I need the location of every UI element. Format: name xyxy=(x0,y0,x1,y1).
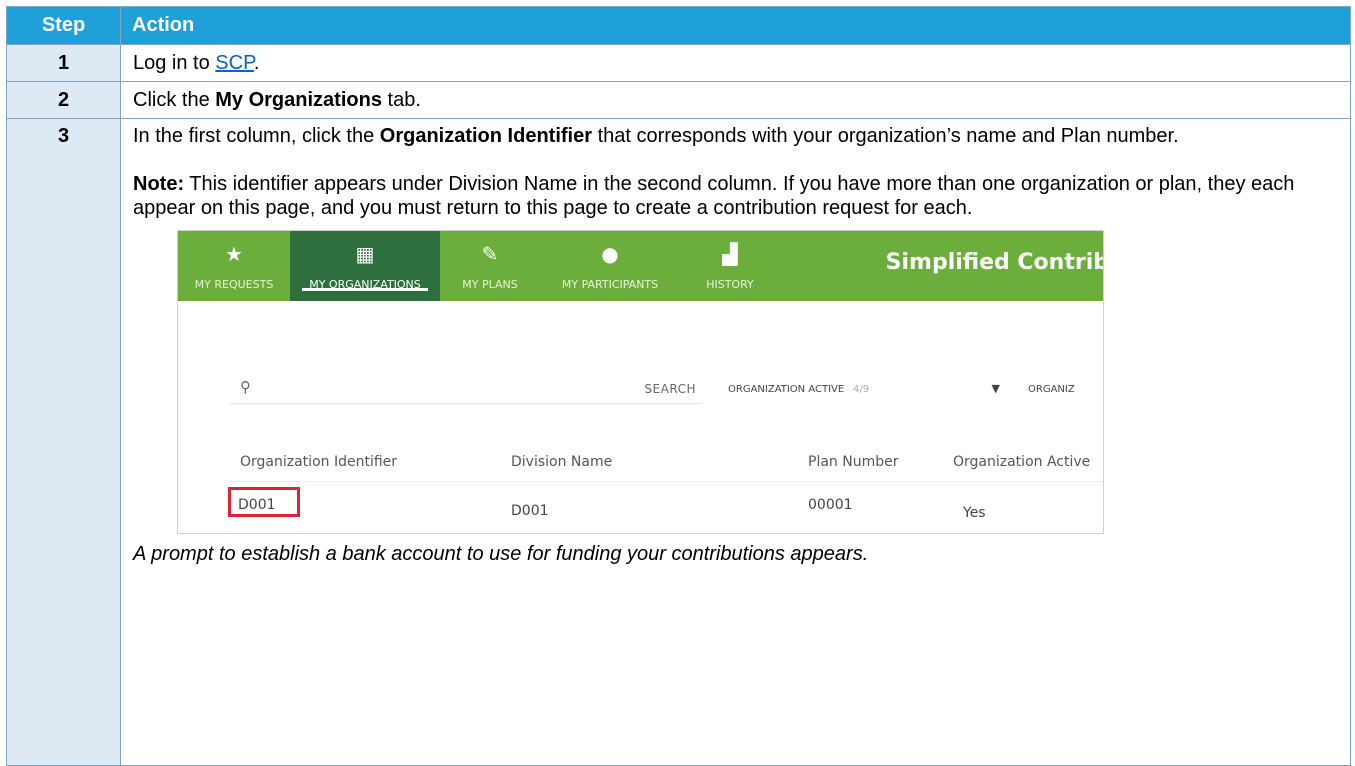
result-caption: A prompt to establish a bank account to … xyxy=(133,543,869,565)
ui-term: My Organizations xyxy=(215,89,382,111)
action-text: Click the xyxy=(133,89,216,111)
step-action: Log in to SCP. xyxy=(120,44,1351,82)
nav-tab-history[interactable]: ▟ HISTORY xyxy=(680,231,780,301)
search-button[interactable]: SEARCH xyxy=(644,377,696,401)
instruction-paragraph: In the first column, click the Organizat… xyxy=(133,125,1179,147)
building-icon: ▦ xyxy=(355,242,375,266)
pencil-icon: ✎ xyxy=(481,242,499,266)
note-paragraph: Note: This identifier appears under Divi… xyxy=(133,173,1295,219)
column-header-plan-number[interactable]: Plan Number xyxy=(808,450,898,474)
division-name-cell: D001 xyxy=(511,503,549,519)
action-text: . xyxy=(253,52,260,74)
nav-tab-my-requests[interactable]: ★ MY REQUESTS xyxy=(178,231,290,301)
table-row: 1 Log in to SCP. xyxy=(6,44,1351,82)
action-text: Log in to xyxy=(133,52,216,74)
search-icon: ⚲ xyxy=(240,378,251,396)
step-number: 3 xyxy=(6,118,121,766)
search-box: ⚲ SEARCH xyxy=(230,369,702,404)
table-row: 3 In the first column, click the Organiz… xyxy=(6,118,1351,766)
person-icon: ● xyxy=(601,242,619,266)
organization-active-filter[interactable]: ORGANIZATION ACTIVE 4/9 ▼ xyxy=(718,369,1008,403)
procedure-table: Step Action 1 Log in to SCP. 2 Click the… xyxy=(6,6,1351,766)
filter-value: 4/9 xyxy=(853,384,870,395)
top-nav-bar: ★ MY REQUESTS ▦ MY ORGANIZATIONS ✎ MY PL… xyxy=(178,231,1103,301)
step-column-header: Step xyxy=(6,6,121,45)
search-input[interactable] xyxy=(260,375,584,392)
active-tab-indicator xyxy=(302,288,428,291)
step-action: Click the My Organizations tab. xyxy=(120,81,1351,119)
app-brand-title: Simplified Contrib xyxy=(885,250,1104,275)
nav-tab-my-organizations[interactable]: ▦ MY ORGANIZATIONS xyxy=(290,231,440,301)
action-column-header: Action xyxy=(120,6,1351,45)
filter-label: ORGANIZATION ACTIVE xyxy=(728,384,845,395)
table-row: 2 Click the My Organizations tab. xyxy=(6,81,1351,119)
scp-screenshot: ★ MY REQUESTS ▦ MY ORGANIZATIONS ✎ MY PL… xyxy=(177,230,1104,534)
table-header-row: Step Action xyxy=(6,6,1351,45)
action-text: tab. xyxy=(381,89,421,111)
organization-filter[interactable]: ORGANIZ xyxy=(1028,378,1075,402)
history-icon: ▟ xyxy=(722,242,738,266)
star-icon: ★ xyxy=(225,242,243,266)
column-header-division-name[interactable]: Division Name xyxy=(511,450,612,474)
scp-link[interactable]: SCP xyxy=(215,52,254,74)
step-action: In the first column, click the Organizat… xyxy=(120,118,1351,766)
plan-number-cell: 00001 xyxy=(808,497,853,513)
column-header-organization-identifier[interactable]: Organization Identifier xyxy=(240,450,397,474)
nav-tab-my-plans[interactable]: ✎ MY PLANS xyxy=(440,231,540,301)
highlight-box xyxy=(228,487,300,517)
chevron-down-icon: ▼ xyxy=(991,382,1000,395)
column-header-organization-active[interactable]: Organization Active xyxy=(953,450,1090,474)
ui-term: Organization Identifier xyxy=(379,125,593,147)
step-number: 1 xyxy=(6,44,121,82)
note-label: Note: xyxy=(133,173,185,195)
step-number: 2 xyxy=(6,81,121,119)
nav-tab-my-participants[interactable]: ● MY PARTICIPANTS xyxy=(540,231,680,301)
row-divider xyxy=(230,481,1103,482)
organization-active-cell: Yes xyxy=(963,505,986,521)
